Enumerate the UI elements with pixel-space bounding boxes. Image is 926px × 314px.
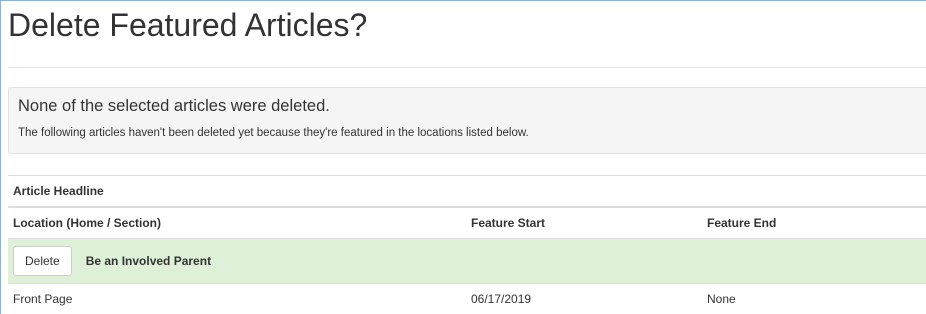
info-alert: None of the selected articles were delet… [8, 87, 926, 154]
article-cell-content: Delete Be an Involved Parent [13, 246, 926, 276]
table-header-row: Article Headline [8, 175, 926, 207]
location-column-header: Location (Home / Section) [8, 206, 466, 239]
page-frame: Delete Featured Articles? None of the se… [0, 0, 926, 314]
article-headline: Be an Involved Parent [85, 254, 212, 268]
title-divider [8, 67, 926, 68]
table-subheader-row: Location (Home / Section) Feature Start … [8, 206, 926, 239]
article-cell: Delete Be an Involved Parent [8, 238, 926, 284]
page-title: Delete Featured Articles? [8, 7, 368, 43]
delete-button[interactable]: Delete [13, 246, 72, 276]
feature-start-cell: 06/17/2019 [466, 283, 702, 314]
feature-start-column-header: Feature Start [466, 206, 702, 239]
location-cell: Front Page [8, 283, 466, 314]
article-row: Delete Be an Involved Parent [8, 238, 926, 284]
table-row: Front Page 06/17/2019 None [8, 283, 926, 314]
feature-end-column-header: Feature End [702, 206, 926, 239]
article-headline-header: Article Headline [8, 175, 926, 207]
feature-end-cell: None [702, 283, 926, 314]
featured-articles-table: Article Headline Location (Home / Sectio… [8, 175, 926, 314]
alert-heading: None of the selected articles were delet… [18, 97, 330, 115]
alert-text: The following articles haven't been dele… [18, 127, 529, 139]
